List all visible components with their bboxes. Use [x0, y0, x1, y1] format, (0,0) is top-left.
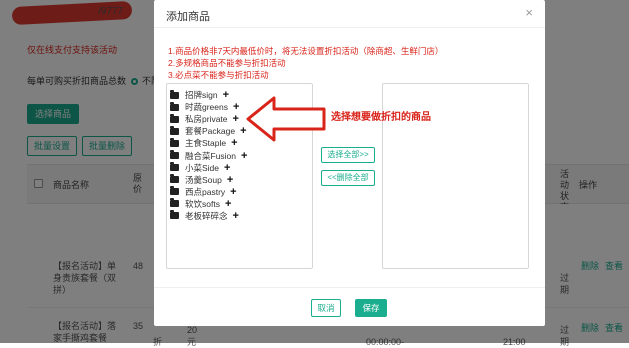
category-item[interactable]: 套餐Package +	[170, 125, 247, 137]
folder-icon	[170, 198, 179, 208]
rule-item: 3.必点菜不能参与折扣活动	[168, 70, 269, 80]
category-item[interactable]: 主食Staple +	[170, 137, 247, 149]
category-item[interactable]: 融合菜Fusion +	[170, 149, 247, 161]
folder-icon	[170, 186, 179, 196]
plus-icon[interactable]: +	[233, 102, 239, 113]
category-label: 汤羹Soup	[185, 174, 222, 185]
folder-icon	[170, 125, 179, 135]
category-label: 小菜Side	[185, 162, 220, 173]
cancel-button[interactable]: 取消	[311, 299, 341, 317]
category-item[interactable]: 招牌sign +	[170, 89, 247, 101]
plus-icon[interactable]: +	[224, 162, 230, 173]
category-item[interactable]: 老板碎碎念 +	[170, 210, 247, 222]
category-label: 融合菜Fusion	[185, 150, 237, 161]
folder-icon	[170, 113, 179, 123]
plus-icon[interactable]: +	[233, 210, 239, 221]
category-item[interactable]: 软饮softs +	[170, 198, 247, 210]
plus-icon[interactable]: +	[231, 138, 237, 149]
folder-icon	[170, 150, 179, 160]
plus-icon[interactable]: +	[233, 114, 239, 125]
rule-item: 1.商品价格非7天内最低价时，将无法设置折扣活动（除商超、生鲜门店）	[168, 46, 444, 56]
category-label: 软饮softs	[185, 198, 220, 209]
plus-icon[interactable]: +	[241, 150, 247, 161]
dialog-title: 添加商品	[166, 11, 210, 23]
delete-all-button[interactable]: <<删除全部	[321, 170, 375, 186]
category-label: 时蔬greens	[185, 102, 228, 113]
left-arrow-icon	[246, 96, 326, 142]
dialog-rules: 1.商品价格非7天内最低价时，将无法设置折扣活动（除商超、生鲜门店） 2.多规格…	[168, 45, 443, 81]
category-item[interactable]: 小菜Side +	[170, 162, 247, 174]
folder-icon	[170, 89, 179, 99]
save-button[interactable]: 保存	[355, 299, 387, 317]
category-item[interactable]: 汤羹Soup +	[170, 174, 247, 186]
category-label: 私房private	[185, 114, 228, 125]
category-label: 西点pastry	[185, 186, 226, 197]
folder-icon	[170, 137, 179, 147]
category-tree: 招牌sign + 时蔬greens + 私房private + 套餐Package + …	[170, 89, 247, 222]
folder-icon	[170, 101, 179, 111]
dialog-footer: 取消 保存	[154, 287, 545, 326]
category-item[interactable]: 西点pastry +	[170, 186, 247, 198]
category-label: 套餐Package	[185, 126, 236, 137]
select-products-annotation: 选择想要做折扣的商品	[331, 112, 431, 123]
plus-icon[interactable]: +	[230, 186, 236, 197]
plus-icon[interactable]: +	[227, 174, 233, 185]
category-label: 主食Staple	[185, 138, 227, 149]
rule-item: 2.多规格商品不能参与折扣活动	[168, 58, 286, 68]
plus-icon[interactable]: +	[223, 90, 229, 101]
add-product-dialog: 添加商品 × 1.商品价格非7天内最低价时，将无法设置折扣活动（除商超、生鲜门店…	[154, 0, 545, 326]
close-icon[interactable]: ×	[525, 5, 533, 20]
folder-icon	[170, 174, 179, 184]
category-label: 老板碎碎念	[185, 210, 228, 221]
plus-icon[interactable]: +	[225, 198, 231, 209]
dialog-header: 添加商品 ×	[154, 0, 545, 28]
category-label: 招牌sign	[185, 90, 218, 101]
select-all-button[interactable]: 选择全部>>	[321, 147, 375, 163]
folder-icon	[170, 162, 179, 172]
folder-icon	[170, 210, 179, 220]
category-item[interactable]: 私房private +	[170, 113, 247, 125]
category-item[interactable]: 时蔬greens +	[170, 101, 247, 113]
